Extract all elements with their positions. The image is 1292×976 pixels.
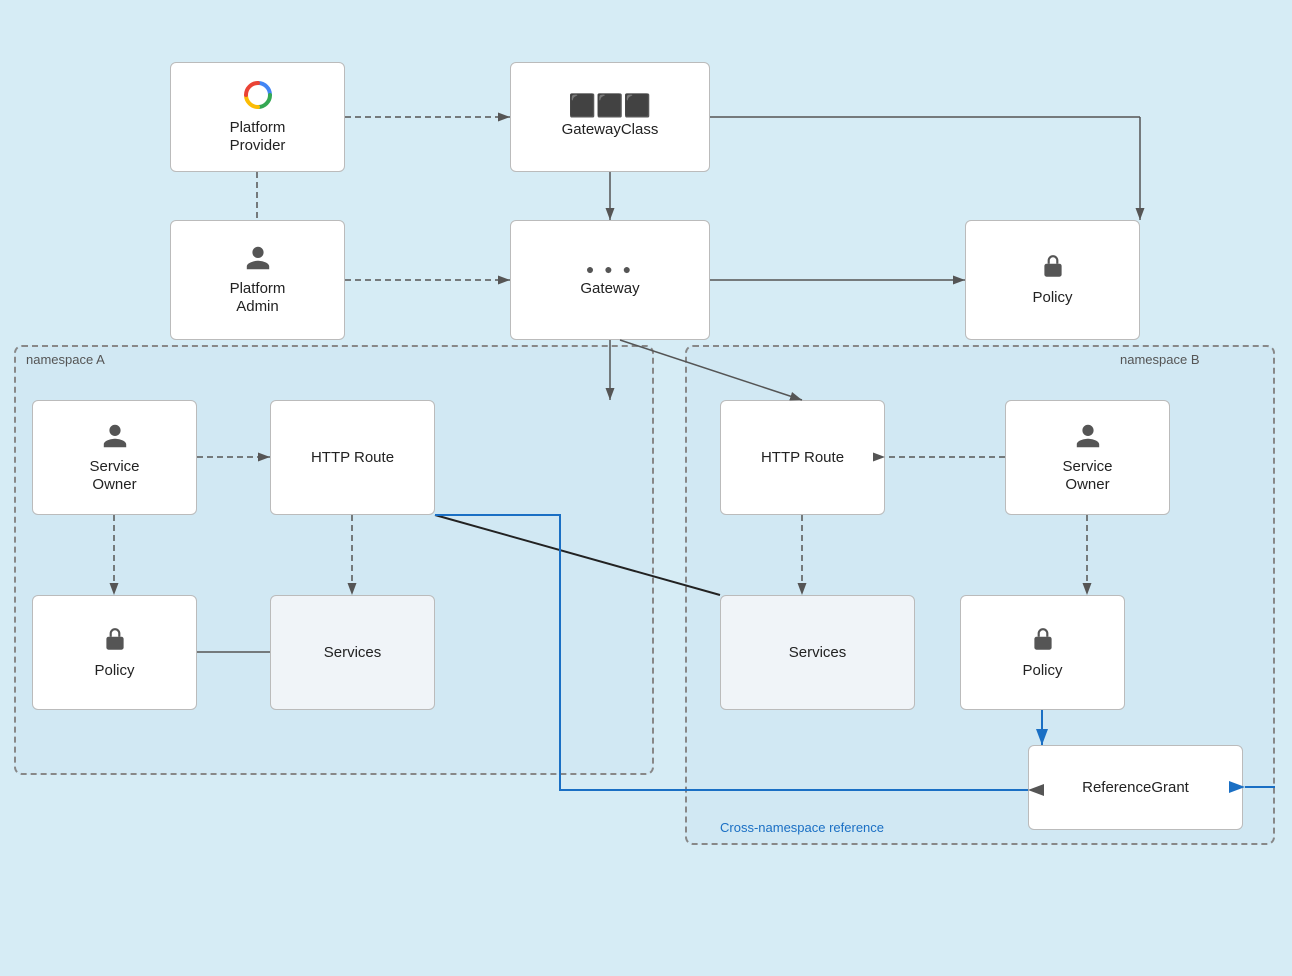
service-owner-a-label: Service Owner <box>89 458 139 494</box>
services-a-node: Services <box>270 595 435 710</box>
namespace-b-label: namespace B <box>1120 352 1200 367</box>
diagram-container: namespace A namespace B Platform Provide… <box>0 0 1292 976</box>
http-route-b-label: HTTP Route <box>761 449 844 467</box>
gateway-node: ● ● ● Gateway <box>510 220 710 340</box>
platform-provider-label: Platform Provider <box>230 119 286 155</box>
policy-b-node: Policy <box>960 595 1125 710</box>
cross-ns-label: Cross-namespace reference <box>720 820 884 835</box>
http-route-b-node: HTTP Route <box>720 400 885 515</box>
namespace-a-label: namespace A <box>26 352 105 367</box>
http-route-a-node: HTTP Route <box>270 400 435 515</box>
service-owner-a-node: Service Owner <box>32 400 197 515</box>
platform-provider-node: Platform Provider <box>170 62 345 172</box>
dots-icon-gw: ● ● ● <box>586 262 634 276</box>
policy-top-label: Policy <box>1032 289 1072 307</box>
policy-b-label: Policy <box>1022 662 1062 680</box>
person-icon-pa <box>244 244 272 276</box>
person-icon-soa <box>101 422 129 454</box>
services-b-node: Services <box>720 595 915 710</box>
services-b-label: Services <box>789 644 847 662</box>
lock-icon-b <box>1030 626 1056 658</box>
dots-icon-gc: ⬛⬛⬛ <box>569 95 651 117</box>
person-icon-sob <box>1074 422 1102 454</box>
service-owner-b-label: Service Owner <box>1062 458 1112 494</box>
lock-icon-a <box>102 626 128 658</box>
platform-admin-node: Platform Admin <box>170 220 345 340</box>
service-owner-b-node: Service Owner <box>1005 400 1170 515</box>
lock-icon-top <box>1040 253 1066 285</box>
policy-top-node: Policy <box>965 220 1140 340</box>
policy-a-node: Policy <box>32 595 197 710</box>
gateway-class-node: ⬛⬛⬛ GatewayClass <box>510 62 710 172</box>
google-icon <box>242 79 274 115</box>
gateway-class-label: GatewayClass <box>562 121 659 139</box>
platform-admin-label: Platform Admin <box>230 280 286 316</box>
http-route-a-label: HTTP Route <box>311 449 394 467</box>
reference-grant-node: ReferenceGrant <box>1028 745 1243 830</box>
reference-grant-label: ReferenceGrant <box>1082 779 1189 797</box>
services-a-label: Services <box>324 644 382 662</box>
policy-a-label: Policy <box>94 662 134 680</box>
gateway-label: Gateway <box>580 280 639 298</box>
